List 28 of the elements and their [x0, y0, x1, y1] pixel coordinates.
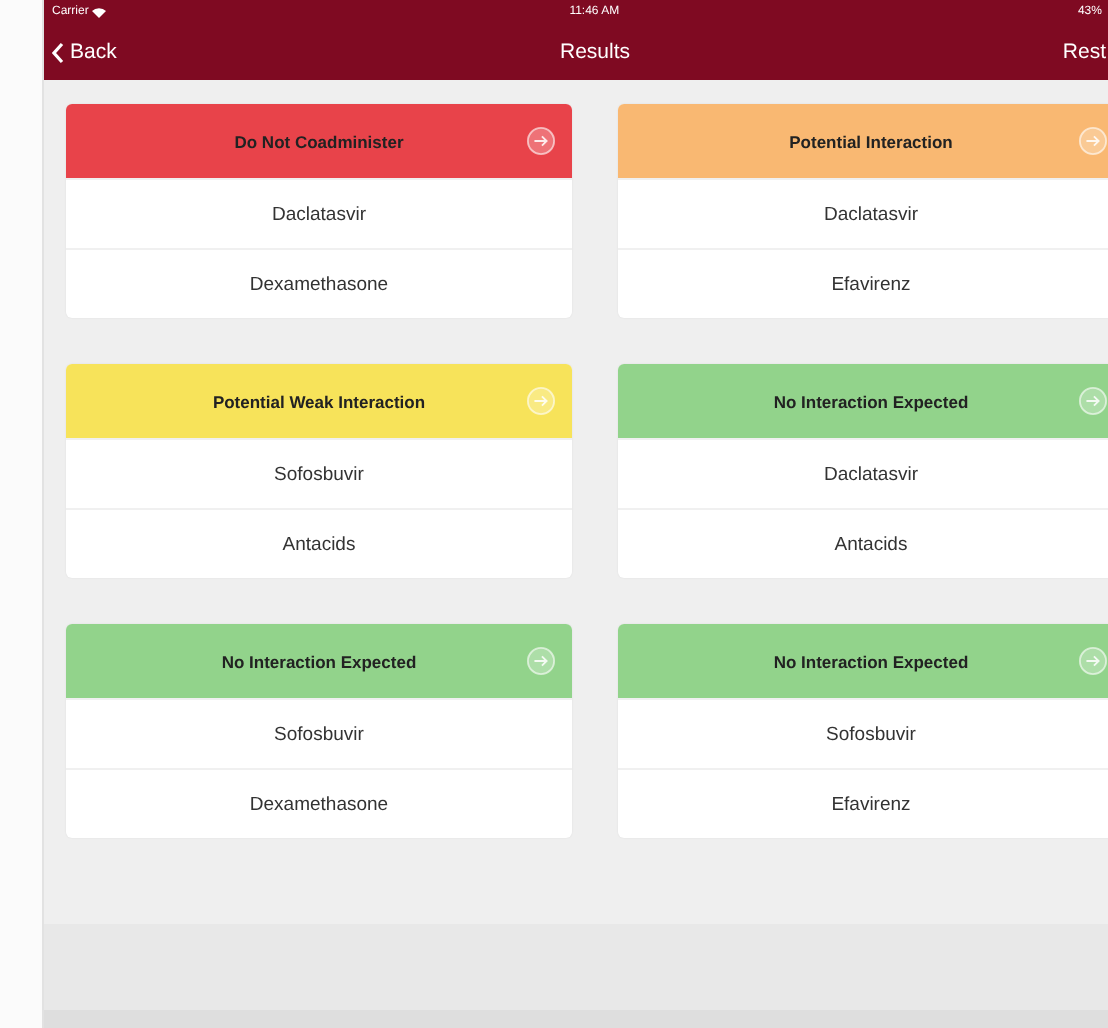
card-header[interactable]: Potential Interaction	[618, 104, 1108, 178]
chevron-left-icon	[52, 41, 64, 63]
card-header[interactable]: No Interaction Expected	[618, 364, 1108, 438]
card-header[interactable]: No Interaction Expected	[66, 624, 572, 698]
drug-name: Antacids	[282, 533, 356, 555]
nav-right-button[interactable]: Rest	[1062, 40, 1108, 64]
arrow-circle-icon[interactable]	[526, 646, 556, 676]
drug-name: Daclatasvir	[272, 203, 366, 225]
arrow-circle-icon[interactable]	[1078, 646, 1108, 676]
drug-name: Sofosbuvir	[274, 723, 364, 745]
drug-name: Antacids	[834, 533, 908, 555]
wifi-icon	[92, 7, 107, 17]
drug-name: Efavirenz	[831, 273, 911, 295]
back-button[interactable]: Back	[44, 38, 129, 66]
arrow-circle-icon[interactable]	[1078, 126, 1108, 156]
drug-name: Dexamethasone	[249, 793, 389, 815]
arrow-circle-icon[interactable]	[526, 126, 556, 156]
drug-name: Sofosbuvir	[826, 723, 916, 745]
drug-name: Daclatasvir	[824, 463, 918, 485]
arrow-circle-icon[interactable]	[1078, 386, 1108, 416]
screen-title: Results	[559, 40, 630, 64]
card-header[interactable]: Potential Weak Interaction	[66, 364, 572, 438]
drug-name: Sofosbuvir	[274, 463, 364, 485]
card-header[interactable]: Do Not Coadminister	[66, 104, 572, 178]
drug-name: Dexamethasone	[249, 273, 389, 295]
drug-name: Daclatasvir	[824, 203, 918, 225]
card-header[interactable]: No Interaction Expected	[618, 624, 1108, 698]
drug-name: Efavirenz	[831, 793, 911, 815]
